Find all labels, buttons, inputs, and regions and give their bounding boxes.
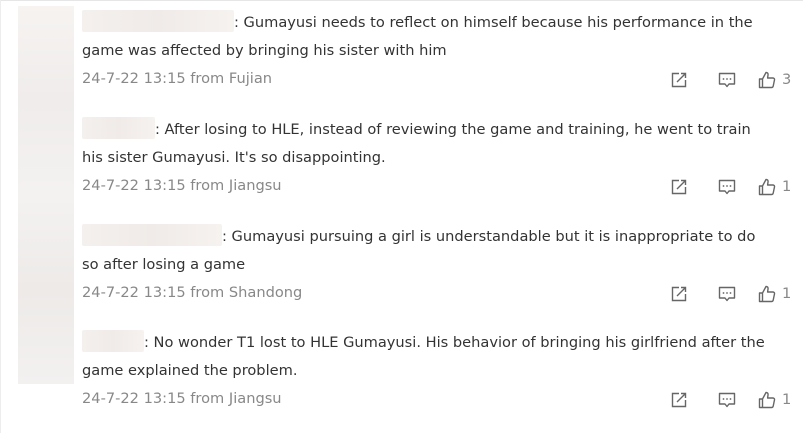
like-count: 1: [782, 285, 792, 302]
like-count: 1: [782, 391, 792, 408]
comment-text-line: : No wonder T1 lost to HLE Gumayusi. His…: [82, 329, 772, 385]
comment-actions: 1: [670, 391, 792, 409]
comment-item: : Gumayusi needs to reflect on himself b…: [82, 9, 792, 93]
comment-meta: 24-7-22 13:15 from Jiangsu 1: [82, 385, 792, 413]
like-icon[interactable]: [758, 391, 776, 409]
comment-item: : After losing to HLE, instead of review…: [82, 116, 792, 200]
share-icon[interactable]: [670, 71, 688, 89]
blurred-username[interactable]: [82, 10, 234, 32]
comment-timestamp-location: 24-7-22 13:15 from Jiangsu: [82, 177, 282, 194]
like-count: 1: [782, 178, 792, 195]
comment-actions: 3: [670, 71, 792, 89]
comment-icon[interactable]: [718, 391, 736, 409]
comment-meta: 24-7-22 13:15 from Fujian 3: [82, 65, 792, 93]
comment-actions: 1: [670, 178, 792, 196]
comment-timestamp-location: 24-7-22 13:15 from Fujian: [82, 70, 273, 87]
comment-icon[interactable]: [718, 71, 736, 89]
comment-meta: 24-7-22 13:15 from Jiangsu 1: [82, 172, 792, 200]
comment-timestamp-location: 24-7-22 13:15 from Shandong: [82, 284, 303, 301]
comment-text-line: : After losing to HLE, instead of review…: [82, 116, 772, 172]
like-icon[interactable]: [758, 285, 776, 303]
comment-meta: 24-7-22 13:15 from Shandong 1: [82, 279, 792, 307]
blurred-username[interactable]: [82, 224, 222, 246]
comment-item: : Gumayusi pursuing a girl is understand…: [82, 223, 792, 307]
top-divider: [0, 0, 803, 1]
comment-text-line: : Gumayusi pursuing a girl is understand…: [82, 223, 772, 279]
share-icon[interactable]: [670, 178, 688, 196]
comment-timestamp-location: 24-7-22 13:15 from Jiangsu: [82, 390, 282, 407]
comment-item: : No wonder T1 lost to HLE Gumayusi. His…: [82, 329, 792, 413]
comment-text: : After losing to HLE, instead of review…: [82, 121, 751, 166]
comment-icon[interactable]: [718, 285, 736, 303]
like-icon[interactable]: [758, 71, 776, 89]
blurred-avatars: [18, 6, 74, 384]
comment-text-line: : Gumayusi needs to reflect on himself b…: [82, 9, 772, 65]
comment-actions: 1: [670, 285, 792, 303]
left-divider: [0, 0, 1, 433]
comment-text: : No wonder T1 lost to HLE Gumayusi. His…: [82, 334, 765, 379]
comment-icon[interactable]: [718, 178, 736, 196]
like-icon[interactable]: [758, 178, 776, 196]
blurred-username[interactable]: [82, 330, 144, 352]
blurred-username[interactable]: [82, 117, 155, 139]
share-icon[interactable]: [670, 391, 688, 409]
like-count: 3: [782, 71, 792, 88]
share-icon[interactable]: [670, 285, 688, 303]
